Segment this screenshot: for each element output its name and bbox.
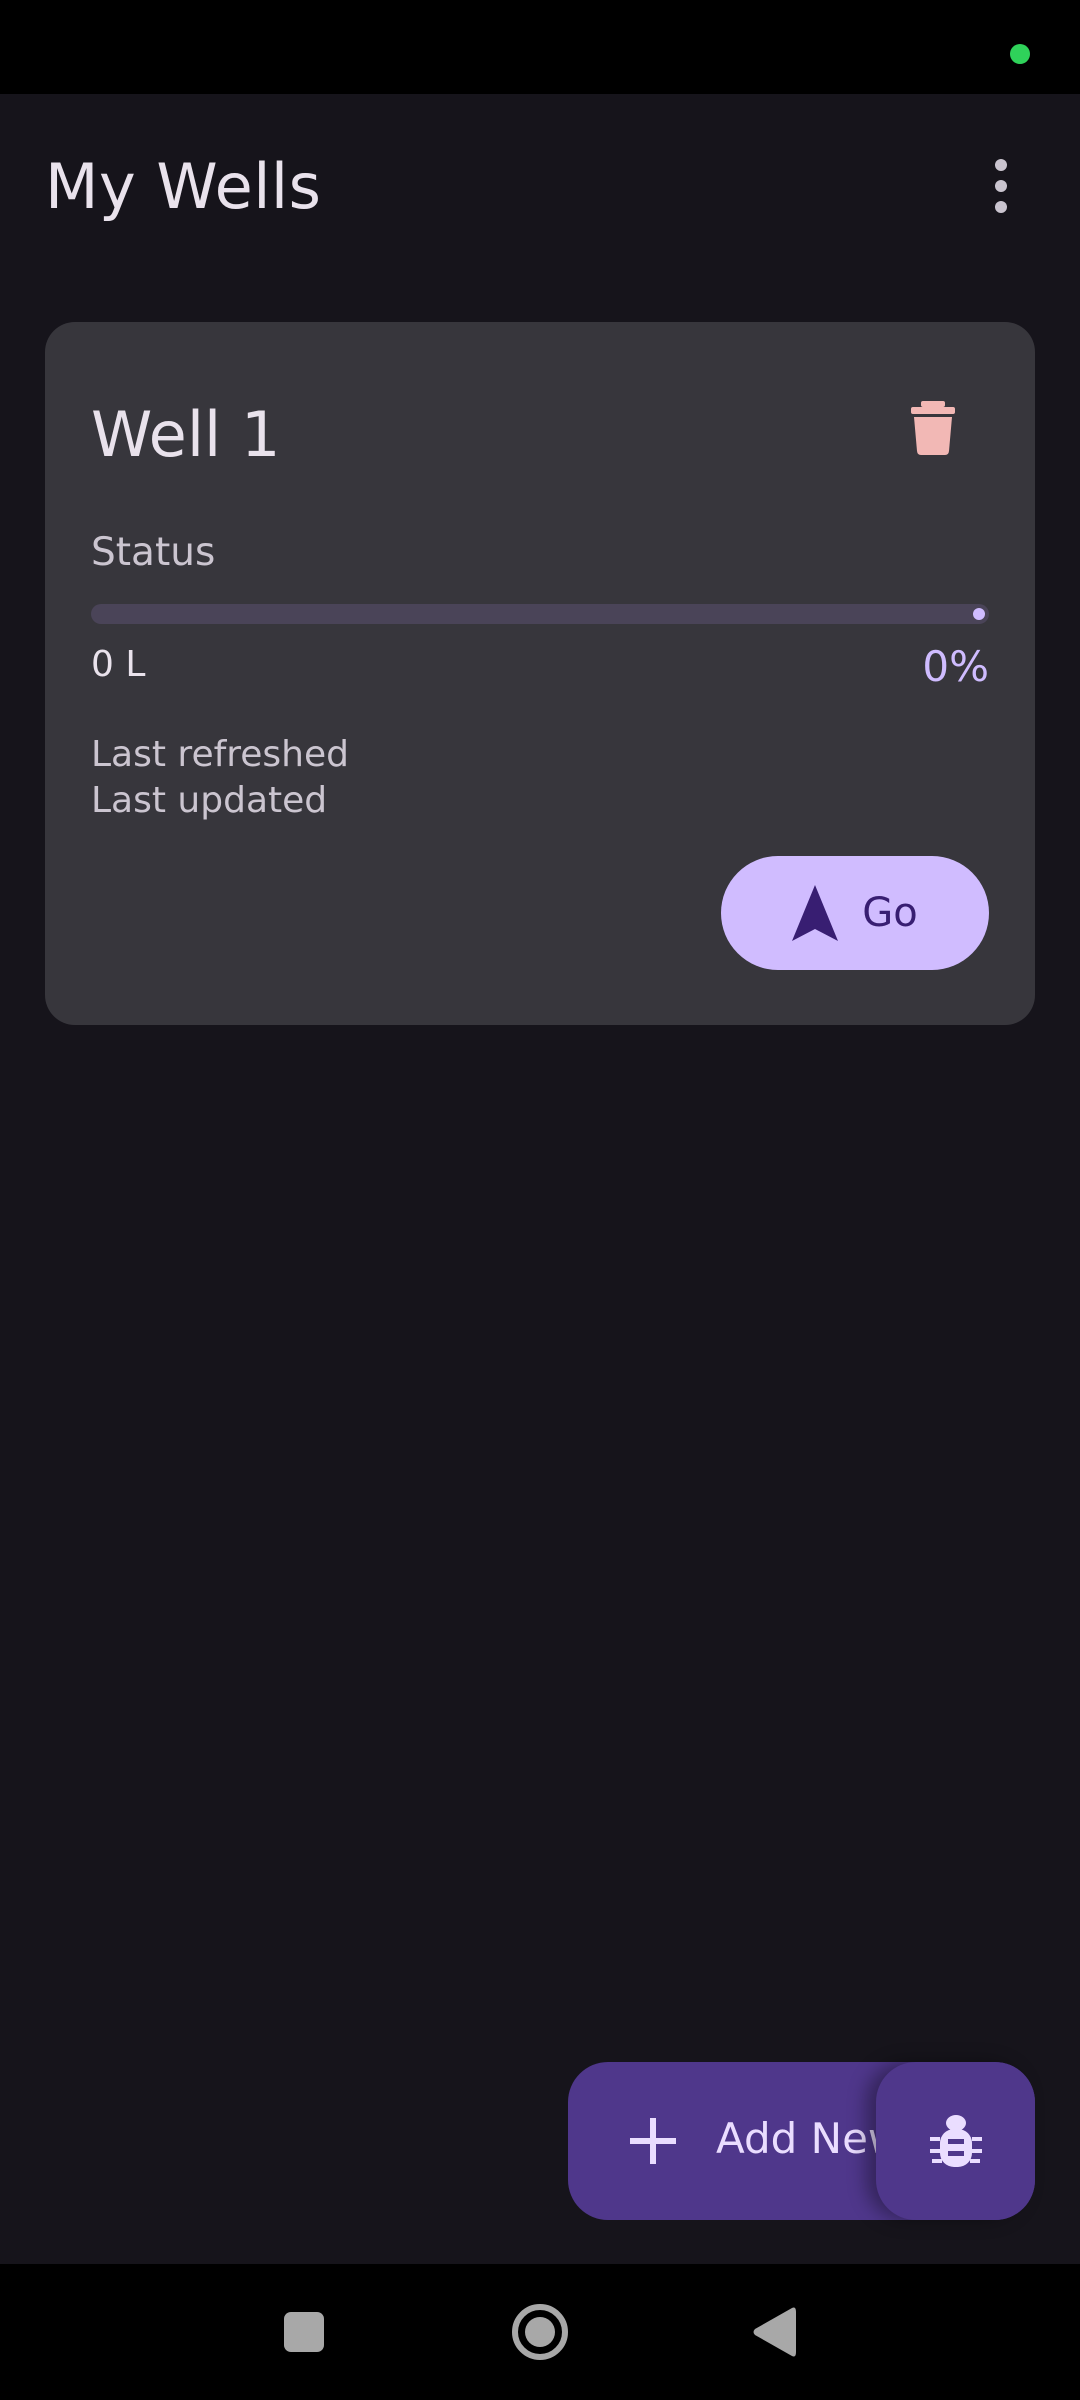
top-app-bar: My Wells — [0, 94, 1080, 278]
navigation-arrow-icon — [792, 885, 839, 941]
percent-value: 0% — [922, 642, 989, 691]
delete-button[interactable] — [891, 386, 975, 470]
status-label: Status — [91, 530, 216, 575]
bug-icon — [929, 2115, 982, 2167]
privacy-indicator-dot — [1010, 44, 1030, 64]
add-new-label: Add New — [716, 2114, 903, 2163]
go-label: Go — [862, 890, 918, 936]
plus-icon — [630, 2118, 676, 2164]
system-navigation-bar — [0, 2264, 1080, 2400]
volume-value: 0 L — [91, 644, 146, 685]
circle-home-icon[interactable] — [512, 2304, 568, 2360]
well-name: Well 1 — [91, 398, 281, 471]
trash-icon — [911, 401, 955, 455]
triangle-back-icon[interactable] — [752, 2306, 796, 2358]
more-vert-icon[interactable] — [970, 144, 1032, 228]
last-updated-label: Last updated — [91, 780, 328, 821]
progress-end-indicator — [973, 608, 985, 620]
page-title: My Wells — [45, 150, 322, 223]
last-refreshed-label: Last refreshed — [91, 734, 349, 775]
go-button[interactable]: Go — [721, 856, 989, 970]
square-icon[interactable] — [284, 2312, 324, 2352]
status-bar — [0, 0, 1080, 94]
debug-button[interactable] — [876, 2062, 1035, 2220]
level-progress-bar — [91, 604, 989, 624]
well-card[interactable]: Well 1 Status 0 L 0% Last refreshed Last… — [45, 322, 1035, 1025]
